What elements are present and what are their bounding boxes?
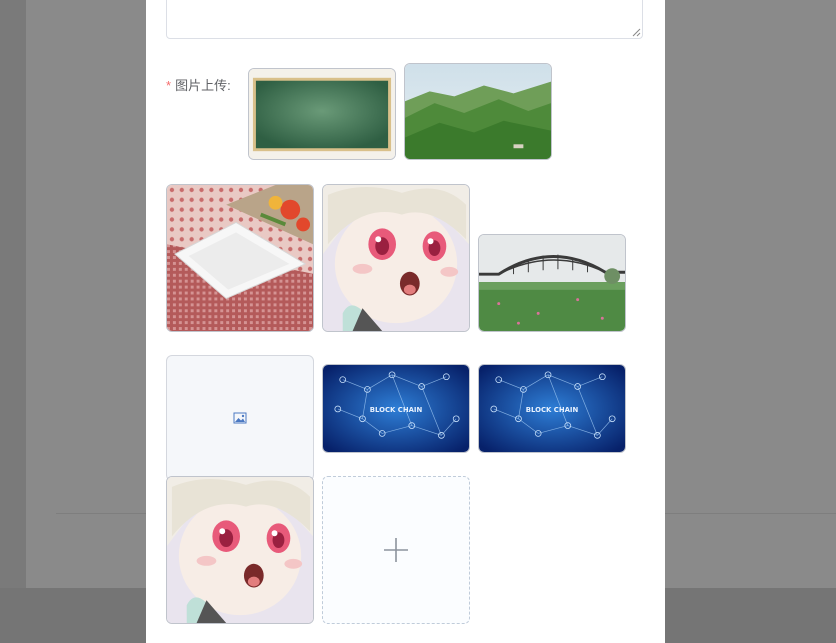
image-upload-label-text: 图片上传: (175, 78, 231, 93)
plate-image (167, 185, 313, 331)
uploaded-image-anime-girl-2[interactable] (166, 476, 314, 624)
uploaded-image-chalkboard[interactable] (248, 68, 396, 160)
broken-image-icon (233, 412, 247, 424)
image-upload-label: * 图片上传: (166, 75, 231, 94)
anime-girl-image-2 (167, 477, 313, 623)
bridge-image (479, 235, 625, 331)
required-mark: * (166, 78, 172, 93)
block-chain-caption-2: BLOCK CHAIN (526, 406, 579, 414)
uploaded-image-block-chain[interactable]: BLOCK CHAIN (322, 364, 470, 453)
mountains-image (405, 64, 551, 159)
upload-image-button[interactable] (322, 476, 470, 624)
block-chain-image-2: BLOCK CHAIN (479, 365, 625, 452)
uploaded-image-block-chain-2[interactable]: BLOCK CHAIN (478, 364, 626, 453)
uploaded-image-anime-girl[interactable] (322, 184, 470, 332)
description-textarea[interactable] (166, 0, 643, 39)
dialog: * 图片上传: BLOCK CHAIN BLOCK CHAIN (146, 0, 665, 643)
resize-grip-icon[interactable] (632, 28, 641, 37)
uploaded-image-arch-bridge[interactable] (478, 234, 626, 332)
anime-girl-image (323, 185, 469, 331)
block-chain-caption: BLOCK CHAIN (370, 406, 423, 414)
chalkboard-image (249, 69, 395, 159)
uploaded-image-white-plate[interactable] (166, 184, 314, 332)
block-chain-image: BLOCK CHAIN (323, 365, 469, 452)
plus-icon (384, 538, 408, 562)
uploaded-image-broken[interactable] (166, 355, 314, 481)
uploaded-image-green-mountains[interactable] (404, 63, 552, 160)
